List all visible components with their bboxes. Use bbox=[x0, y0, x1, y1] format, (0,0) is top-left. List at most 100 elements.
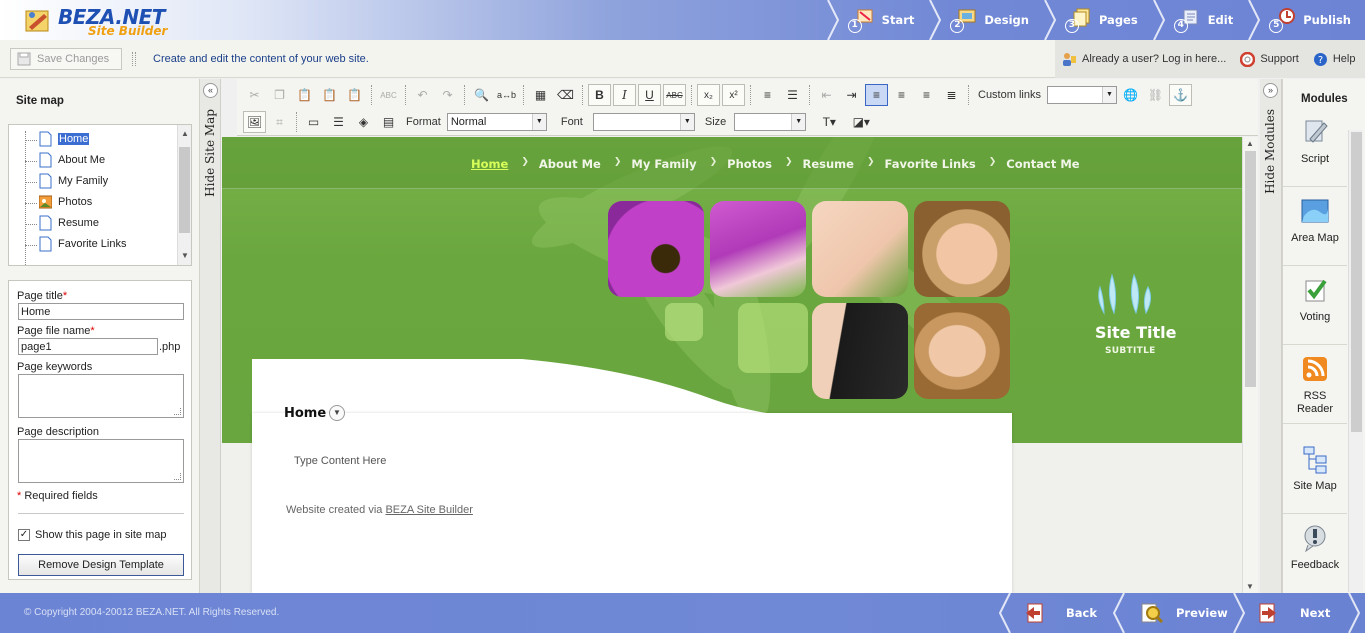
bullet-list-icon[interactable]: ☰ bbox=[781, 84, 804, 106]
content-area[interactable] bbox=[252, 413, 1012, 593]
horizontal-rule-icon[interactable]: ☰ bbox=[327, 111, 350, 133]
copy-icon[interactable]: ❐ bbox=[268, 84, 291, 106]
login-link[interactable]: Already a user? Log in here... bbox=[1061, 51, 1226, 67]
hide-sitemap-strip[interactable]: « Hide Site Map bbox=[200, 79, 221, 593]
align-justify-icon[interactable]: ≣ bbox=[940, 84, 963, 106]
module-site-map[interactable]: Site Map bbox=[1283, 436, 1347, 514]
paste-icon[interactable]: 📋 bbox=[293, 84, 316, 106]
subscript-icon[interactable]: x₂ bbox=[697, 84, 720, 106]
spellcheck-icon[interactable]: ABC bbox=[377, 84, 400, 106]
insert-form-icon[interactable]: ▤ bbox=[377, 111, 400, 133]
unlink-icon[interactable]: ⛓ bbox=[1144, 84, 1167, 106]
find-icon[interactable]: 🔍 bbox=[470, 84, 493, 106]
insert-object-icon[interactable]: ◈ bbox=[352, 111, 375, 133]
collapse-left-icon[interactable]: « bbox=[203, 83, 218, 98]
cut-icon[interactable]: ✂ bbox=[243, 84, 266, 106]
undo-icon[interactable]: ↶ bbox=[411, 84, 434, 106]
keywords-textarea[interactable] bbox=[18, 374, 184, 418]
next-button[interactable]: Next bbox=[1232, 593, 1365, 633]
collapse-right-icon[interactable]: » bbox=[1263, 83, 1278, 98]
underline-icon[interactable]: U bbox=[638, 84, 661, 106]
align-right-icon[interactable]: ≡ bbox=[915, 84, 938, 106]
site-nav-item[interactable]: My Family bbox=[631, 157, 696, 171]
step-label: Design bbox=[984, 13, 1029, 27]
scroll-up-icon[interactable]: ▲ bbox=[180, 129, 190, 139]
hide-sitemap-label[interactable]: Hide Site Map bbox=[203, 109, 217, 197]
site-nav-item[interactable]: Contact Me bbox=[1006, 157, 1079, 171]
step-pages[interactable]: 3 Pages bbox=[1043, 0, 1152, 40]
back-button[interactable]: Back bbox=[998, 593, 1108, 633]
module-voting[interactable]: Voting bbox=[1283, 267, 1347, 345]
site-nav-item[interactable]: Photos bbox=[727, 157, 772, 171]
paste-text-icon[interactable]: 📋 bbox=[318, 84, 341, 106]
redo-icon[interactable]: ↷ bbox=[436, 84, 459, 106]
save-changes-button[interactable]: Save Changes bbox=[10, 48, 122, 70]
chevron-separator-icon bbox=[1112, 593, 1125, 633]
insert-image-icon[interactable]: 🖼 bbox=[243, 111, 266, 133]
credit-link[interactable]: BEZA Site Builder bbox=[385, 504, 472, 516]
italic-icon[interactable]: I bbox=[613, 84, 636, 106]
text-color-icon[interactable]: T▾ bbox=[814, 111, 844, 133]
scroll-thumb[interactable] bbox=[1245, 151, 1256, 387]
step-number: 3 bbox=[1064, 19, 1079, 33]
show-in-sitemap-checkbox[interactable]: ✓ bbox=[18, 529, 30, 541]
hide-modules-label[interactable]: Hide Modules bbox=[1263, 109, 1277, 194]
superscript-icon[interactable]: x² bbox=[722, 84, 745, 106]
bold-icon[interactable]: B bbox=[588, 84, 611, 106]
replace-icon[interactable]: a↔b bbox=[495, 84, 518, 106]
module-script[interactable]: Script bbox=[1283, 109, 1347, 187]
step-design[interactable]: 2 Design bbox=[928, 0, 1043, 40]
file-name-input[interactable] bbox=[18, 338, 158, 355]
canvas-scrollbar[interactable]: ▲ ▼ bbox=[1242, 137, 1258, 593]
step-start[interactable]: 1 Start bbox=[826, 0, 929, 40]
custom-links-select[interactable]: ▼ bbox=[1046, 86, 1117, 104]
page-heading[interactable]: Home bbox=[284, 406, 326, 421]
module-feedback[interactable]: Feedback bbox=[1283, 515, 1347, 593]
format-select[interactable]: Normal ▼ bbox=[446, 113, 547, 131]
insert-table-icon[interactable]: ▭ bbox=[302, 111, 325, 133]
site-nav-item[interactable]: Favorite Links bbox=[885, 157, 976, 171]
help-link[interactable]: ? Help bbox=[1313, 52, 1355, 67]
crop-icon[interactable]: ⌗ bbox=[268, 111, 291, 133]
chevron-down-icon[interactable]: ▼ bbox=[329, 405, 345, 421]
preview-button[interactable]: Preview bbox=[1112, 593, 1237, 633]
remove-format-icon[interactable]: ⌫ bbox=[554, 84, 577, 106]
hide-modules-strip[interactable]: » Hide Modules bbox=[1260, 79, 1282, 593]
align-left-icon[interactable]: ≡ bbox=[865, 84, 888, 106]
numbered-list-icon[interactable]: ≡ bbox=[756, 84, 779, 106]
site-nav-item[interactable]: Resume bbox=[802, 157, 853, 171]
site-subtitle[interactable]: SUBTITLE bbox=[1105, 346, 1156, 356]
description-textarea[interactable] bbox=[18, 439, 184, 483]
anchor-icon[interactable]: ⚓ bbox=[1168, 84, 1192, 106]
modules-title: Modules bbox=[1301, 93, 1348, 105]
site-title[interactable]: Site Title bbox=[1095, 323, 1176, 342]
scroll-down-icon[interactable]: ▼ bbox=[1246, 582, 1254, 591]
remove-design-template-button[interactable]: Remove Design Template bbox=[18, 554, 184, 576]
font-select[interactable]: ▼ bbox=[592, 113, 695, 131]
step-edit[interactable]: 4 Edit bbox=[1152, 0, 1248, 40]
modules-scrollbar[interactable] bbox=[1348, 130, 1363, 592]
align-center-icon[interactable]: ≡ bbox=[890, 84, 913, 106]
select-all-icon[interactable]: ▦ bbox=[529, 84, 552, 106]
size-select[interactable]: ▼ bbox=[734, 113, 807, 131]
page-canvas[interactable]: Home ❯ About Me ❯ My Family ❯ Photos ❯ R… bbox=[222, 137, 1242, 593]
site-nav-item[interactable]: Home bbox=[471, 157, 508, 171]
page-title-input[interactable] bbox=[18, 303, 184, 320]
scroll-thumb[interactable] bbox=[179, 147, 190, 233]
scroll-down-icon[interactable]: ▼ bbox=[180, 251, 190, 261]
background-color-icon[interactable]: ◪▾ bbox=[846, 111, 876, 133]
step-publish[interactable]: 5 Publish bbox=[1247, 0, 1365, 40]
scroll-up-icon[interactable]: ▲ bbox=[1246, 139, 1254, 148]
sitemap-scrollbar[interactable]: ▲ ▼ bbox=[177, 125, 191, 265]
outdent-icon[interactable]: ⇤ bbox=[815, 84, 838, 106]
paste-word-icon[interactable]: 📋 bbox=[343, 84, 366, 106]
support-link[interactable]: Support bbox=[1240, 51, 1299, 67]
module-rss-reader[interactable]: RSS Reader bbox=[1283, 346, 1347, 424]
strikethrough-icon[interactable]: ABC bbox=[663, 84, 686, 106]
content-placeholder[interactable]: Type Content Here bbox=[294, 455, 386, 467]
scroll-thumb[interactable] bbox=[1351, 132, 1362, 432]
site-nav-item[interactable]: About Me bbox=[539, 157, 601, 171]
module-area-map[interactable]: Area Map bbox=[1283, 188, 1347, 266]
indent-icon[interactable]: ⇥ bbox=[840, 84, 863, 106]
link-icon[interactable]: 🌐 bbox=[1119, 84, 1142, 106]
